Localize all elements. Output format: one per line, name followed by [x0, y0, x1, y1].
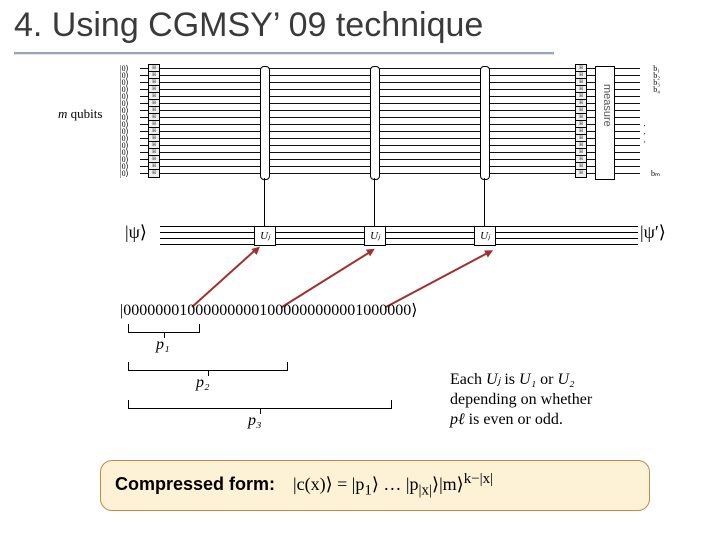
hadamard-gate: H	[575, 169, 587, 178]
qubit-wire	[140, 110, 640, 111]
quantum-circuit: |0⟩HH|0⟩HH|0⟩HH|0⟩HH|0⟩HH|0⟩HH|0⟩HH|0⟩HH…	[120, 64, 660, 214]
qubit-wire	[140, 173, 640, 174]
qubit-wire	[140, 131, 640, 132]
qubit-wire	[140, 117, 640, 118]
uj-explanation: Each Uⱼ is U₁ or U₂ depending on whether…	[450, 370, 700, 430]
uj-gate: Uⱼ	[474, 226, 496, 246]
ellipsis-dots: · · ·	[639, 124, 650, 145]
qubit-wire	[140, 68, 640, 69]
title-underline	[14, 52, 554, 54]
m-qubits-label: m qubits	[58, 106, 102, 122]
hadamard-gate: H	[148, 169, 160, 178]
psi-wire	[160, 238, 638, 239]
qubit-wire	[140, 103, 640, 104]
p1-label: p₁	[156, 336, 170, 354]
p2-label: p₂	[196, 374, 210, 392]
ctrl-line	[264, 178, 265, 226]
qubit-wire	[140, 152, 640, 153]
uj-gate: Uⱼ	[364, 226, 386, 246]
ctrl-line	[484, 178, 485, 226]
ket-zero-label: |0⟩	[120, 169, 129, 178]
psi-in-label: |ψ⟩	[125, 222, 147, 243]
p3-label: p₃	[248, 412, 262, 430]
psi-wire	[160, 244, 638, 245]
brace-p3	[128, 400, 392, 409]
ctrl-line	[374, 178, 375, 226]
qubit-wire	[140, 166, 640, 167]
compressed-form-box: Compressed form: |c(x)⟩ = |p1⟩ … |p|x|⟩|…	[100, 460, 650, 511]
psi-wire	[160, 226, 638, 227]
qubit-wire	[140, 75, 640, 76]
arrow-p1	[191, 249, 256, 308]
compressed-form-label: Compressed form:	[115, 474, 275, 494]
psi-out-label: |ψ′⟩	[640, 222, 666, 243]
output-bit-label: bₘ	[651, 169, 660, 178]
arrowhead	[366, 245, 377, 256]
control-gate	[480, 66, 490, 180]
psi-wire	[160, 232, 638, 233]
qubit-wire	[140, 124, 640, 125]
qubit-wire	[140, 82, 640, 83]
qubit-wire	[140, 138, 640, 139]
brace-p2	[128, 362, 288, 371]
compressed-form-formula: |c(x)⟩ = |p1⟩ … |p|x|⟩|m⟩k−|x|	[293, 474, 493, 494]
slide-title: 4. Using CGMSY’ 09 technique	[14, 6, 483, 45]
arrowhead	[484, 247, 495, 258]
qubit-wire	[140, 89, 640, 90]
control-gate	[260, 66, 270, 180]
bitstring-ket: |000000010000000001000000000001000000⟩	[120, 300, 417, 320]
output-bit-label: b₄	[653, 85, 660, 94]
brace-p1	[128, 324, 200, 333]
measure-label: measure	[599, 84, 613, 127]
control-gate	[370, 66, 380, 180]
qubit-wire	[140, 145, 640, 146]
qubit-wire	[140, 159, 640, 160]
qubit-wire	[140, 96, 640, 97]
